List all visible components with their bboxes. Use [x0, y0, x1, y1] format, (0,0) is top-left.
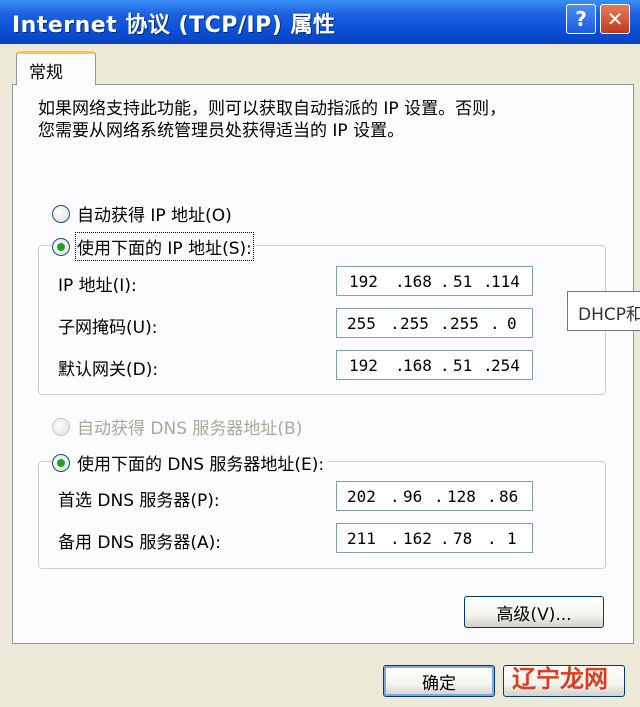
watermark-logo: 辽宁龙网 — [512, 664, 608, 693]
ip-dot: . — [440, 314, 450, 333]
help-button[interactable]: ? — [566, 4, 596, 34]
radio-manual-ip[interactable]: 使用下面的 IP 地址(S): — [52, 232, 256, 261]
ip-octet: 202 — [347, 487, 376, 506]
alternate-dns-label: 备用 DNS 服务器(A): — [58, 533, 222, 553]
ip-octet: 86 — [499, 487, 519, 506]
ip-octet: 128 — [447, 487, 476, 506]
ip-octet: 51 — [453, 272, 473, 291]
radio-auto-ip-label: 自动获得 IP 地址(O) — [77, 206, 232, 226]
ip-octet: 168 — [403, 272, 432, 291]
ip-octet: 255 — [450, 314, 479, 333]
advanced-button[interactable]: 高级(V)... — [464, 596, 604, 628]
preferred-dns-label: 首选 DNS 服务器(P): — [58, 491, 220, 511]
ip-octet: 96 — [403, 487, 423, 506]
radio-icon — [52, 204, 70, 223]
ip-dot: . — [390, 487, 400, 506]
preferred-dns-field[interactable]: 202 . 96 . 128 . 86 — [336, 481, 533, 511]
radio-checked-icon — [52, 237, 70, 256]
tooltip: DHCP和 — [567, 291, 640, 331]
gateway-field[interactable]: 192 . 168 . 51 . 254 — [336, 350, 533, 380]
ip-dot: . — [487, 487, 497, 506]
radio-disabled-icon — [52, 417, 70, 436]
ip-octet: 254 — [491, 356, 520, 375]
radio-auto-dns-label: 自动获得 DNS 服务器地址(B) — [77, 419, 303, 439]
subnet-mask-field[interactable]: 255 . 255 . 255 . 0 — [336, 308, 533, 338]
close-icon: ✕ — [606, 7, 624, 31]
ip-dot: . — [487, 529, 497, 548]
radio-checked-icon — [52, 453, 70, 472]
radio-auto-ip[interactable]: 自动获得 IP 地址(O) — [52, 201, 232, 226]
ip-octet: 255 — [400, 314, 429, 333]
radio-manual-ip-label: 使用下面的 IP 地址(S): — [75, 232, 254, 261]
help-icon: ? — [575, 7, 587, 31]
close-button[interactable]: ✕ — [600, 4, 630, 34]
ip-octet: 192 — [349, 356, 378, 375]
ip-octet: 51 — [453, 356, 473, 375]
title-bar: Internet 协议 (TCP/IP) 属性 ? ✕ — [0, 0, 640, 44]
radio-manual-dns-label: 使用下面的 DNS 服务器地址(E): — [77, 455, 325, 475]
ip-dot: . — [434, 487, 444, 506]
ip-dot: . — [440, 356, 450, 375]
ip-octet: 168 — [403, 356, 432, 375]
ip-octet: 211 — [347, 529, 376, 548]
subnet-mask-label: 子网掩码(U): — [58, 318, 158, 338]
ip-octet: 1 — [507, 529, 517, 548]
ip-dot: . — [390, 529, 400, 548]
ok-button[interactable]: 确定 — [383, 665, 495, 697]
radio-auto-dns[interactable]: 自动获得 DNS 服务器地址(B) — [52, 414, 302, 439]
ip-dot: . — [490, 314, 500, 333]
tab-label: 常规 — [29, 63, 63, 83]
ip-octet: 78 — [453, 529, 473, 548]
ip-dot: . — [390, 314, 400, 333]
ip-dot: . — [440, 529, 450, 548]
ip-octet: 114 — [491, 272, 520, 291]
alternate-dns-field[interactable]: 211 . 162 . 78 . 1 — [336, 523, 533, 553]
ip-octet: 162 — [403, 529, 432, 548]
radio-manual-dns[interactable]: 使用下面的 DNS 服务器地址(E): — [52, 450, 329, 475]
tab-general[interactable]: 常规 — [16, 51, 96, 85]
ip-octet: 0 — [507, 314, 517, 333]
window-title: Internet 协议 (TCP/IP) 属性 — [12, 13, 336, 38]
ip-address-field[interactable]: 192 . 168 . 51 . 114 — [336, 266, 533, 296]
ip-octet: 255 — [347, 314, 376, 333]
ip-dot: . — [440, 272, 450, 291]
ip-address-label: IP 地址(I): — [58, 276, 137, 296]
description-text: 如果网络支持此功能，则可以获取自动指派的 IP 设置。否则， 您需要从网络系统管… — [38, 99, 507, 141]
ip-octet: 192 — [349, 272, 378, 291]
gateway-label: 默认网关(D): — [58, 360, 159, 380]
